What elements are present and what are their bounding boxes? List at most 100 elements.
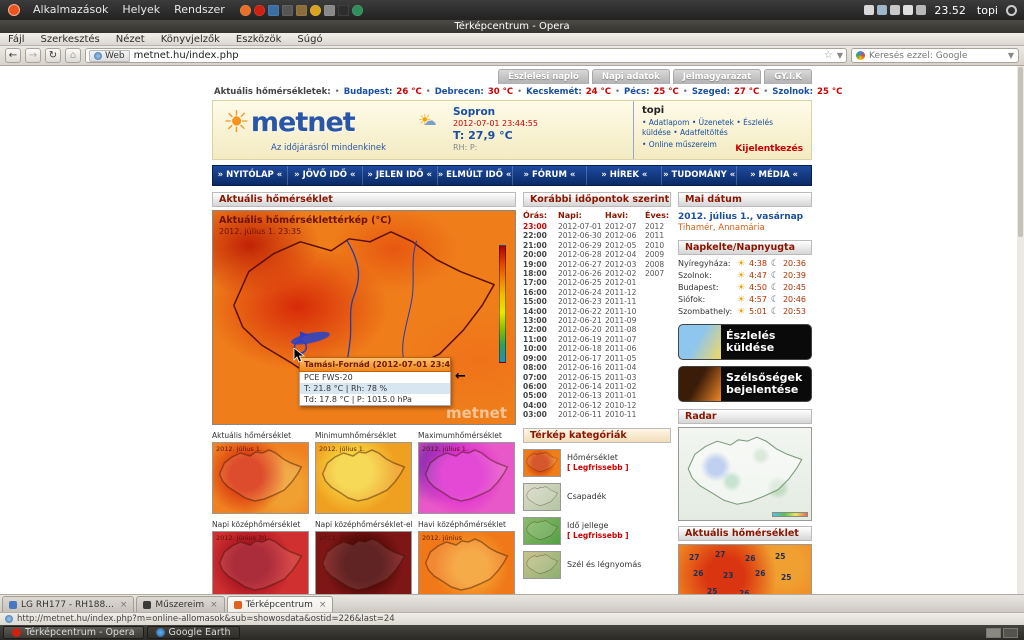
nav-item[interactable]: » ELMÚLT IDŐ «	[438, 166, 513, 185]
list-year[interactable]: 2009	[645, 250, 671, 259]
clock[interactable]: 23.52	[931, 4, 969, 17]
latest-badge[interactable]: [ Legfrissebb ]	[567, 531, 629, 540]
monitor-icon[interactable]	[282, 5, 293, 16]
user-links-line1[interactable]: • Adatlapom • Üzenetek • Észlelés küldés…	[642, 118, 803, 138]
ticker-city[interactable]: Pécs:	[624, 87, 650, 97]
security-badge[interactable]: Web	[89, 50, 130, 62]
list-month[interactable]: 2011-07	[605, 335, 645, 344]
list-day[interactable]: 2012-06-25	[558, 278, 605, 287]
list-day[interactable]: 2012-06-26	[558, 269, 605, 278]
thumb-label[interactable]: Napi középhőmérséklet	[212, 520, 309, 529]
list-day[interactable]: 2012-06-29	[558, 241, 605, 250]
workspace-2[interactable]	[1003, 628, 1018, 638]
list-hour[interactable]: 22:00	[523, 231, 558, 240]
list-month[interactable]: 2011-04	[605, 363, 645, 372]
thumb-label[interactable]: Aktuális hőmérséklet	[212, 431, 309, 440]
earth-app-icon[interactable]	[352, 5, 363, 16]
nav-item[interactable]: » FÓRUM «	[513, 166, 588, 185]
list-day[interactable]: 2012-06-20	[558, 325, 605, 334]
volume-icon[interactable]	[903, 5, 913, 15]
list-hour[interactable]: 11:00	[523, 335, 558, 344]
list-hour[interactable]: 06:00	[523, 382, 558, 391]
url-text[interactable]: metnet.hu/index.php	[134, 50, 239, 61]
reload-button[interactable]: ↻	[45, 48, 61, 63]
nav-item[interactable]: » JELEN IDŐ «	[363, 166, 438, 185]
terminal-icon[interactable]	[338, 5, 349, 16]
system-menu[interactable]: Rendszer	[167, 0, 232, 20]
tab-close-icon[interactable]: ×	[210, 600, 218, 610]
network-icon[interactable]	[890, 5, 900, 15]
list-day[interactable]: 2012-06-11	[558, 410, 605, 419]
list-month[interactable]: 2011-10	[605, 307, 645, 316]
nav-item[interactable]: » MÉDIA «	[737, 166, 811, 185]
thumb-map[interactable]: 2012. június	[418, 531, 515, 594]
list-hour[interactable]: 04:00	[523, 401, 558, 410]
search-dropdown-icon[interactable]: ▼	[1008, 51, 1014, 60]
system-menu[interactable]: Helyek	[115, 0, 167, 20]
list-day[interactable]: 2012-06-23	[558, 297, 605, 306]
nav-item[interactable]: » HÍREK «	[587, 166, 662, 185]
list-hour[interactable]: 07:00	[523, 373, 558, 382]
tab-close-icon[interactable]: ×	[319, 600, 327, 610]
thumb-label[interactable]: Napi középhőmérséklet-eltérés	[315, 520, 412, 529]
menu-item[interactable]: Fájl	[0, 33, 33, 45]
ticker-city[interactable]: Szolnok:	[772, 87, 813, 97]
station-widget[interactable]: Sopron 2012-07-01 23:44:55 T: 27,9 °C RH…	[453, 106, 538, 153]
map-category[interactable]: Idő jellege[ Legfrissebb ]	[523, 517, 671, 545]
list-day[interactable]: 2012-06-18	[558, 344, 605, 353]
site-logo[interactable]: ☀ metnet	[223, 107, 355, 138]
quick-tab[interactable]: GY.I.K	[764, 69, 812, 84]
thumb-map[interactable]: 2012. július 1.	[315, 442, 412, 514]
station-name[interactable]: Sopron	[453, 106, 538, 119]
list-hour[interactable]: 05:00	[523, 391, 558, 400]
list-day[interactable]: 2012-06-28	[558, 250, 605, 259]
search-input[interactable]	[869, 51, 989, 61]
menu-item[interactable]: Könyvjelzők	[153, 33, 228, 45]
thumb-map[interactable]: 2012. június 30.	[212, 531, 309, 594]
list-month[interactable]: 2012-04	[605, 250, 645, 259]
list-month[interactable]: 2011-11	[605, 297, 645, 306]
list-day[interactable]: 2012-07-01	[558, 222, 605, 231]
quick-tab[interactable]: Napi adatok	[592, 69, 670, 84]
workspace-1[interactable]	[986, 628, 1001, 638]
list-hour[interactable]: 19:00	[523, 260, 558, 269]
mail-icon[interactable]	[864, 5, 874, 15]
list-day[interactable]: 2012-06-14	[558, 382, 605, 391]
address-bar[interactable]: Web metnet.hu/index.php ☆ ▼	[85, 48, 847, 63]
list-month[interactable]: 2011-03	[605, 373, 645, 382]
report-extremes-button[interactable]: Szélsőségek bejelentése	[678, 366, 812, 402]
list-month[interactable]: 2012-01	[605, 278, 645, 287]
list-hour[interactable]: 13:00	[523, 316, 558, 325]
radar-map[interactable]	[678, 427, 812, 521]
list-year[interactable]: 2008	[645, 260, 671, 269]
url-dropdown-icon[interactable]: ▼	[837, 51, 843, 60]
list-day[interactable]: 2012-06-12	[558, 401, 605, 410]
list-month[interactable]: 2011-01	[605, 391, 645, 400]
thumb-map[interactable]: 2012. június 30.	[315, 531, 412, 594]
firefox-icon[interactable]	[240, 5, 251, 16]
list-hour[interactable]: 23:00	[523, 222, 558, 231]
bookmark-star-icon[interactable]: ☆	[824, 50, 833, 61]
list-month[interactable]: 2011-12	[605, 288, 645, 297]
map-category-label[interactable]: Szél és légnyomás	[567, 560, 641, 570]
nav-item[interactable]: » TUDOMÁNY «	[662, 166, 737, 185]
current-temperature-map[interactable]: 27272625262326252526 metnet	[678, 544, 812, 594]
nav-item[interactable]: » JÖVŐ IDŐ «	[288, 166, 363, 185]
list-day[interactable]: 2012-06-16	[558, 363, 605, 372]
list-month[interactable]: 2011-06	[605, 344, 645, 353]
list-hour[interactable]: 21:00	[523, 241, 558, 250]
list-day[interactable]: 2012-06-19	[558, 335, 605, 344]
list-day[interactable]: 2012-06-17	[558, 354, 605, 363]
list-hour[interactable]: 15:00	[523, 297, 558, 306]
menu-item[interactable]: Eszközök	[228, 33, 290, 45]
list-hour[interactable]: 08:00	[523, 363, 558, 372]
list-hour[interactable]: 12:00	[523, 325, 558, 334]
quick-tab[interactable]: Észlelési napló	[498, 69, 589, 84]
thumb-label[interactable]: Minimumhőmérséklet	[315, 431, 412, 440]
list-month[interactable]: 2010-11	[605, 410, 645, 419]
page-scrollbar[interactable]	[1017, 66, 1024, 594]
files-icon[interactable]	[324, 5, 335, 16]
mail-app-icon[interactable]	[268, 5, 279, 16]
browser-tab[interactable]: Műszereim×	[136, 596, 224, 612]
list-month[interactable]: 2012-06	[605, 231, 645, 240]
